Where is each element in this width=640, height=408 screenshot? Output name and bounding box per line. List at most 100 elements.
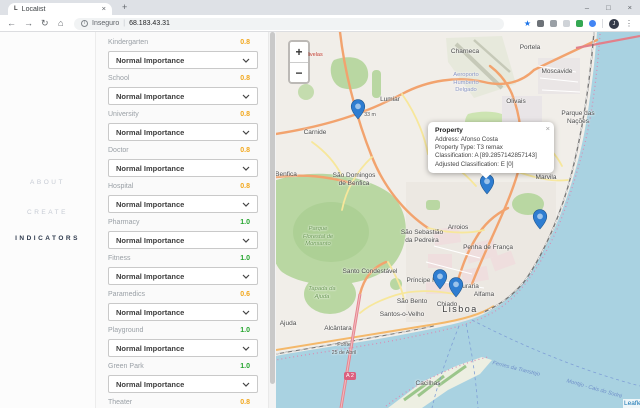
new-tab-button[interactable]: + xyxy=(122,2,127,12)
indicator-select-value: Normal Importance xyxy=(116,92,184,101)
indicator-value: 0.6 xyxy=(240,291,250,298)
sidebar-nav: ABOUT CREATE INDICATORS xyxy=(0,32,95,408)
indicator-importance-select[interactable]: Normal Importance xyxy=(108,267,258,285)
indicator-select-value: Normal Importance xyxy=(116,272,184,281)
popup-address: Address: Afonso Costa xyxy=(435,136,547,144)
sidebar-item-about[interactable]: ABOUT xyxy=(0,179,95,186)
indicator-select-value: Normal Importance xyxy=(116,380,184,389)
map-place-label: A 2 xyxy=(344,372,356,380)
indicator-importance-select[interactable]: Normal Importance xyxy=(108,51,258,69)
property-marker[interactable] xyxy=(433,269,448,295)
indicator-importance-select[interactable]: Normal Importance xyxy=(108,195,258,213)
indicator-importance-select[interactable]: Normal Importance xyxy=(108,231,258,249)
profile-avatar[interactable]: J xyxy=(609,19,619,29)
page-content: ABOUT CREATE INDICATORS Kindergarten 0.8 N… xyxy=(0,32,640,408)
chevron-down-icon xyxy=(242,94,250,99)
indicator-label: Paramedics xyxy=(108,291,145,298)
indicator-row: Theater 0.8 Normal Importance xyxy=(96,399,269,408)
url-text[interactable]: 68.183.43.31 xyxy=(129,20,170,27)
indicator-select-value: Normal Importance xyxy=(116,236,184,245)
extension-icon-1[interactable] xyxy=(537,20,544,27)
property-marker[interactable] xyxy=(449,277,464,303)
home-icon[interactable]: ⌂ xyxy=(58,18,63,29)
indicator-select-value: Normal Importance xyxy=(116,200,184,209)
extension-icon-3[interactable] xyxy=(563,20,570,27)
chevron-down-icon xyxy=(242,130,250,135)
map-place-label: São Sebastião da Pedreira xyxy=(401,229,443,244)
indicator-row: Pharmacy 1.0 Normal Importance xyxy=(96,219,269,255)
property-marker[interactable] xyxy=(351,99,366,125)
indicator-select-value: Normal Importance xyxy=(116,308,184,317)
indicators-panel: Kindergarten 0.8 Normal Importance Schoo… xyxy=(95,32,276,408)
indicator-value: 1.0 xyxy=(240,363,250,370)
map-place-label: Santo Condestável xyxy=(343,268,398,276)
chevron-down-icon xyxy=(242,310,250,315)
indicator-importance-select[interactable]: Normal Importance xyxy=(108,87,258,105)
map-place-label: Lisboa xyxy=(442,306,478,314)
close-icon[interactable]: × xyxy=(628,3,632,12)
extension-icon-4[interactable] xyxy=(576,20,583,27)
chevron-down-icon xyxy=(242,166,250,171)
map-place-label: Parque das Nações xyxy=(561,110,594,125)
indicator-row: Green Park 1.0 Normal Importance xyxy=(96,363,269,399)
chevron-down-icon xyxy=(242,202,250,207)
tab-strip: L Localist × + – □ × xyxy=(0,0,640,15)
chevron-down-icon xyxy=(242,274,250,279)
map-place-label: Olivais xyxy=(506,98,526,106)
indicator-importance-select[interactable]: Normal Importance xyxy=(108,339,258,357)
reload-icon[interactable]: ↻ xyxy=(41,18,49,29)
panel-scrollbar[interactable] xyxy=(268,32,276,408)
indicator-row: University 0.8 Normal Importance xyxy=(96,111,269,147)
map-place-label: Charneca xyxy=(451,48,479,56)
browser-tab[interactable]: L Localist × xyxy=(8,3,112,15)
chevron-down-icon xyxy=(242,346,250,351)
property-marker[interactable] xyxy=(533,209,548,235)
map-place-label: Parque Florestal de Monsanto xyxy=(303,226,333,249)
extension-icon-5[interactable] xyxy=(589,20,596,27)
menu-kebab-icon[interactable]: ⋮ xyxy=(625,20,633,28)
indicator-value: 0.8 xyxy=(240,147,250,154)
zoom-out-button[interactable]: − xyxy=(290,62,308,82)
indicator-importance-select[interactable]: Normal Importance xyxy=(108,159,258,177)
property-marker[interactable] xyxy=(480,174,495,200)
map-place-label: Tapada da Ajuda xyxy=(308,286,335,301)
indicator-label: Kindergarten xyxy=(108,39,148,46)
browser-toolbar: ← → ↻ ⌂ i Inseguro | 68.183.43.31 ★ J ⋮ xyxy=(0,15,640,32)
indicator-importance-select[interactable]: Normal Importance xyxy=(108,303,258,321)
extension-icon-2[interactable] xyxy=(550,20,557,27)
map-place-label: Marvila xyxy=(536,174,557,182)
property-popup: Property Address: Afonso Costa Property … xyxy=(428,122,554,173)
indicator-importance-select[interactable]: Normal Importance xyxy=(108,123,258,141)
address-bar[interactable]: i Inseguro | 68.183.43.31 xyxy=(74,18,504,30)
map-place-label: Arroios xyxy=(448,224,469,232)
popup-title: Property xyxy=(435,127,547,134)
tab-close-icon[interactable]: × xyxy=(102,5,106,13)
minimize-icon[interactable]: – xyxy=(585,3,589,12)
popup-property-type: Property Type: T3 remax xyxy=(435,144,547,152)
sidebar-item-indicators[interactable]: INDICATORS xyxy=(0,235,95,242)
popup-classification: Classification: A [89.2857142857143] xyxy=(435,152,547,160)
popup-close-icon[interactable]: × xyxy=(546,124,550,133)
zoom-in-button[interactable]: + xyxy=(290,42,308,62)
maximize-icon[interactable]: □ xyxy=(606,3,611,12)
map-canvas[interactable]: + − CharnecaPortelaMoscavideOlivaisParqu… xyxy=(276,32,640,408)
indicator-importance-select[interactable]: Normal Importance xyxy=(108,375,258,393)
forward-icon[interactable]: → xyxy=(24,18,33,29)
back-icon[interactable]: ← xyxy=(7,18,16,29)
indicator-label: Doctor xyxy=(108,147,129,154)
indicator-label: Green Park xyxy=(108,363,144,370)
map-place-label: Carnide xyxy=(304,129,327,137)
leaflet-attribution[interactable]: Leaflet xyxy=(623,399,640,408)
bookmark-star-icon[interactable]: ★ xyxy=(524,20,531,28)
site-info-icon[interactable]: i xyxy=(81,20,88,27)
indicator-value: 1.0 xyxy=(240,255,250,262)
scrollbar-thumb[interactable] xyxy=(270,32,275,384)
map-place-label: Aeroporto Humberto Delgado xyxy=(453,72,478,95)
map-place-label: Ajuda xyxy=(280,320,297,328)
indicator-label: Hospital xyxy=(108,183,133,190)
indicator-row: School 0.8 Normal Importance xyxy=(96,75,269,111)
indicator-row: Doctor 0.8 Normal Importance xyxy=(96,147,269,183)
map-place-label: Lumiar xyxy=(380,96,400,104)
map-place-label: Penha de França xyxy=(463,244,513,252)
sidebar-item-create[interactable]: CREATE xyxy=(0,209,95,216)
